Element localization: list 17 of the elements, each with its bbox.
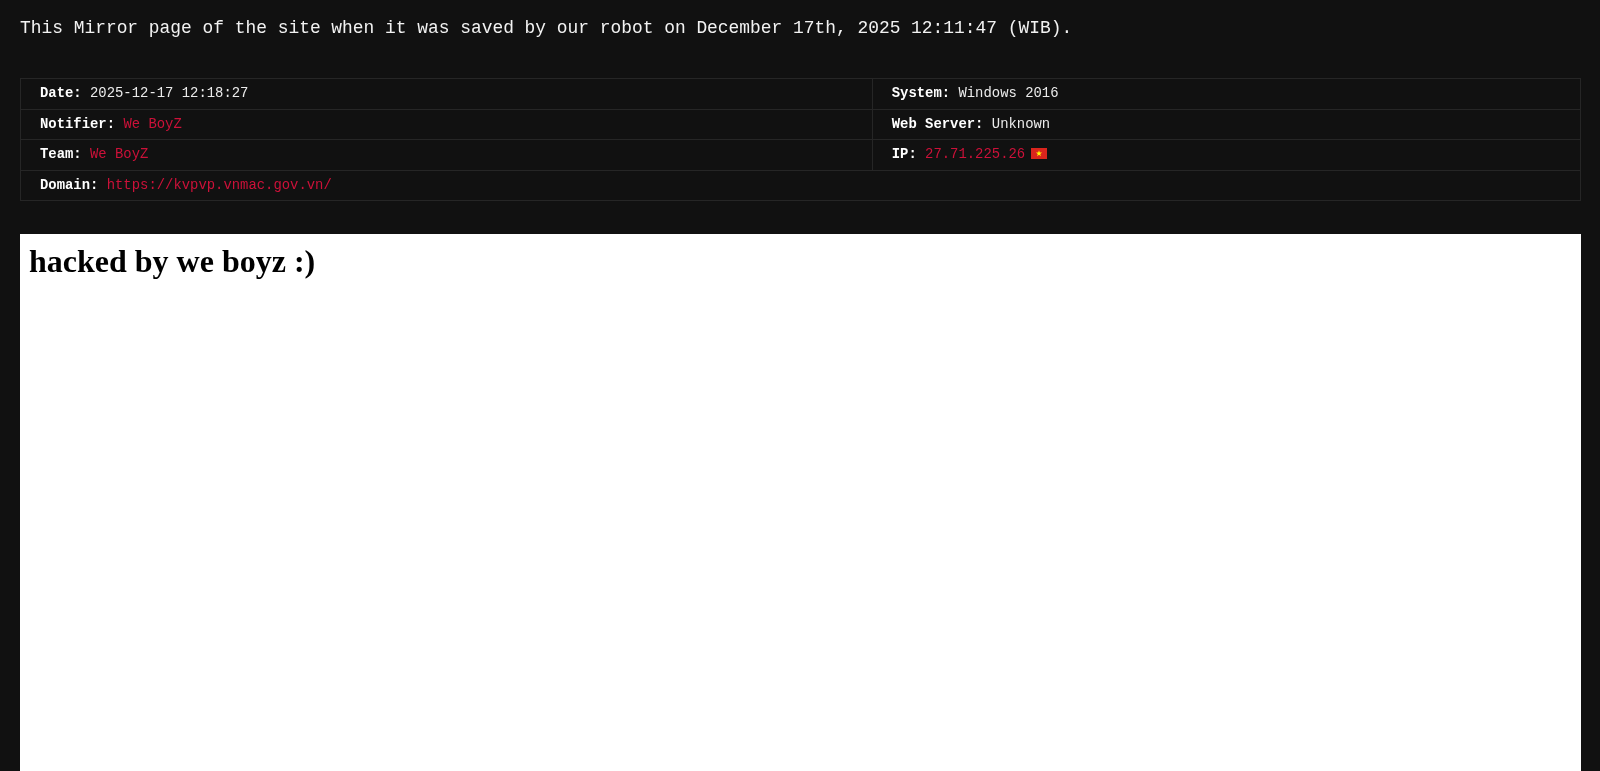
value-link[interactable]: https://kvpvp.vnmac.gov.vn/ (106, 176, 332, 193)
value-link[interactable]: We BoyZ (123, 115, 182, 132)
field-label: System: (891, 85, 951, 101)
field-label: Date: (40, 85, 82, 101)
field-label: Web Server: (891, 115, 984, 132)
notice-text: This Mirror page of the site when it was saved by our robot on December 17th, 2025 12:11:47 (WIB). (20, 17, 1073, 40)
flag-icon (1031, 148, 1048, 159)
field-label: IP: (891, 146, 917, 162)
value-link[interactable]: We BoyZ (90, 146, 149, 162)
field-value: 2025-12-17 12:18:27 (90, 85, 249, 101)
field-label: Team: (40, 146, 82, 162)
field-label: Domain: (40, 176, 99, 193)
field-value: Windows 2016 (958, 85, 1059, 101)
value-link[interactable]: 27.71.225.26 (925, 146, 1026, 162)
page-heading: hacked by we boyz :) (29, 243, 316, 280)
field-label: Notifier: (40, 115, 116, 132)
field-value: Unknown (991, 115, 1051, 132)
